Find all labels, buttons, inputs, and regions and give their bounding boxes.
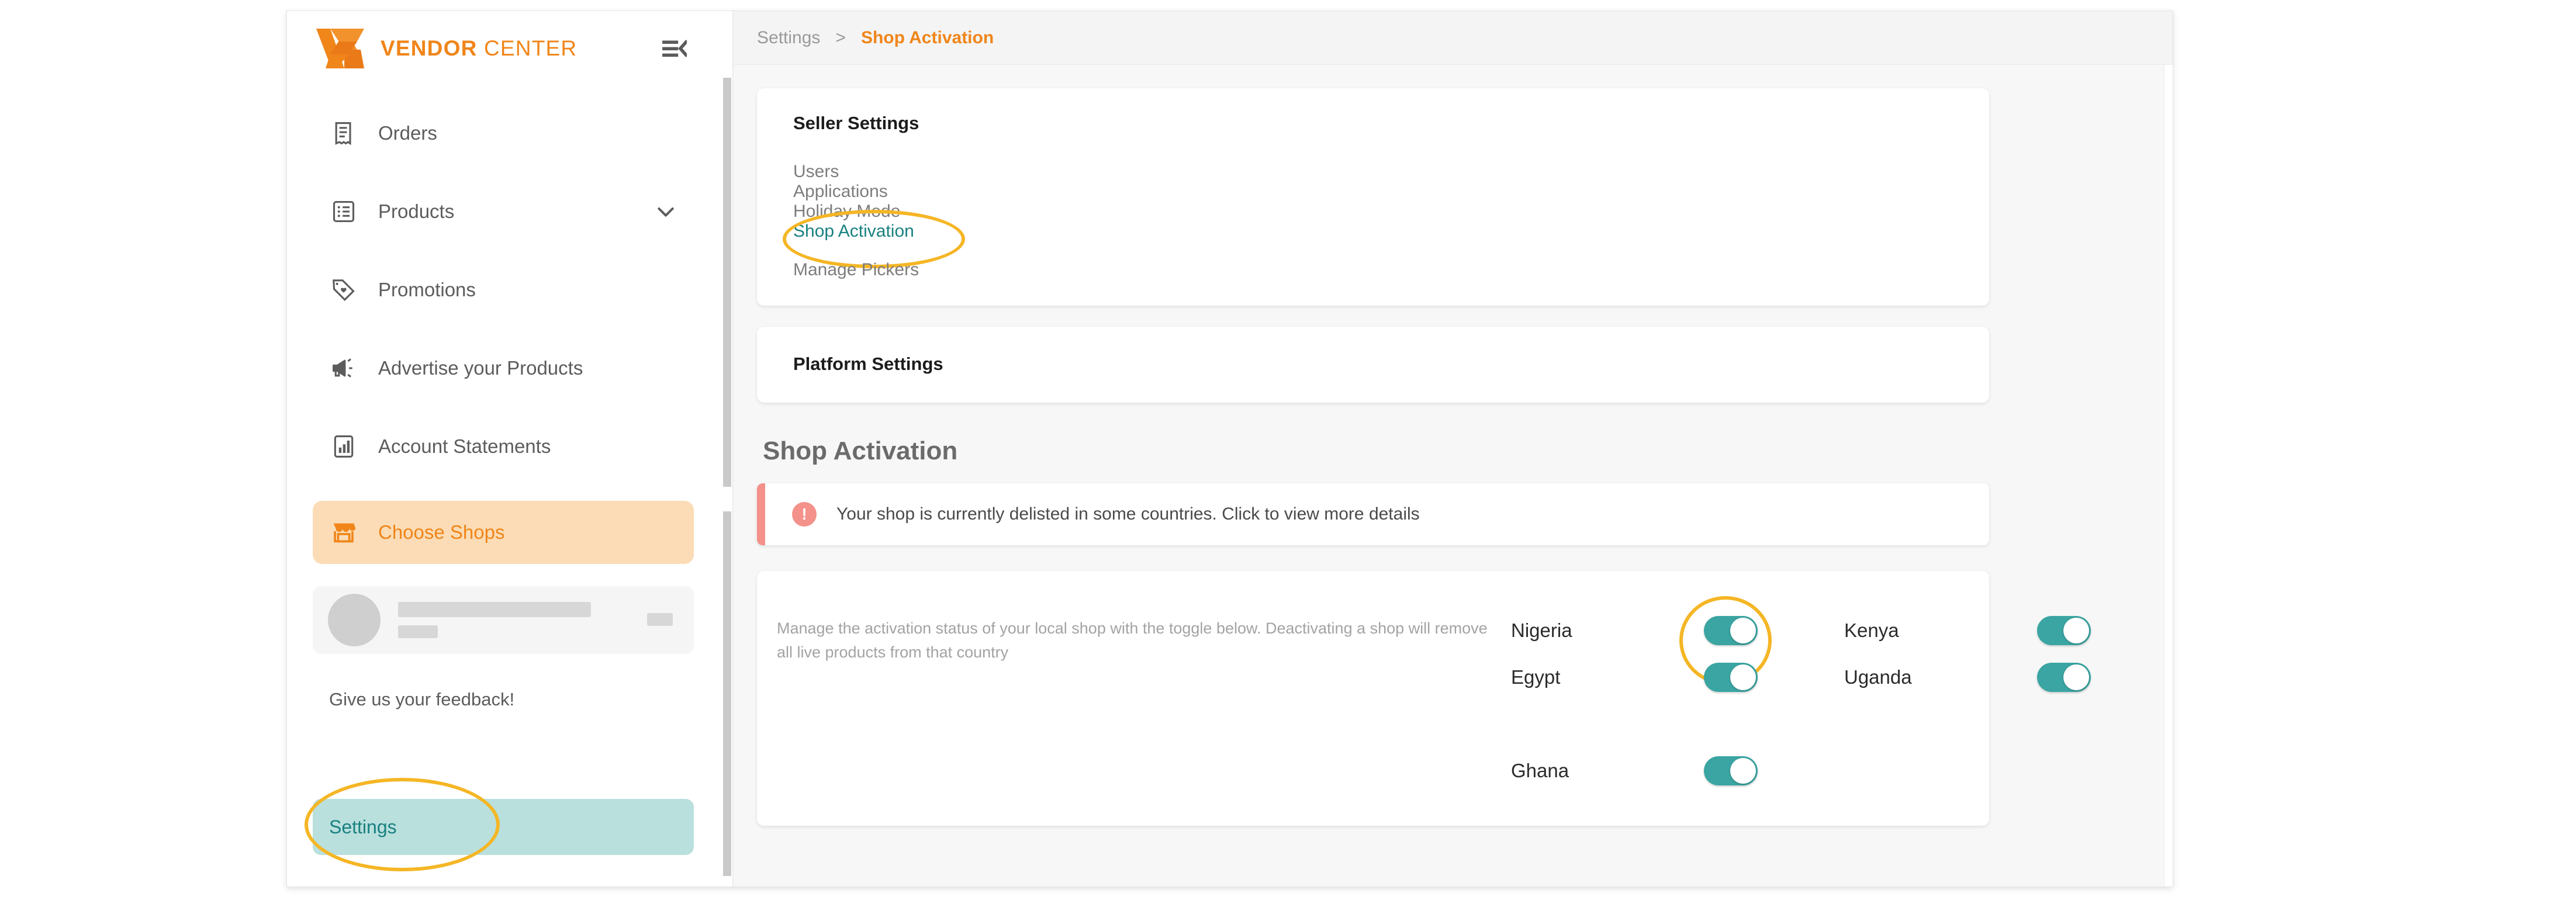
sidebar-scrollbar-thumb[interactable] (723, 78, 731, 487)
sidebar-item-promotions[interactable]: Promotions (313, 266, 694, 314)
toggle-cell-uganda (2037, 663, 2173, 692)
toggle-knob (2063, 664, 2089, 690)
exclamation-circle-icon: ! (792, 502, 817, 527)
toggle-knob (1730, 618, 1756, 643)
sidebar-item-label: Advertise your Products (378, 357, 583, 379)
toggle-ghana[interactable] (1704, 756, 1758, 785)
menu-collapse-icon[interactable] (658, 34, 691, 63)
breadcrumb-parent[interactable]: Settings (757, 28, 820, 48)
seller-settings-card: Seller Settings Users Applications Holid… (757, 88, 1989, 306)
sidebar-item-label: Products (378, 200, 455, 222)
toggle-cell-kenya (2037, 616, 2173, 645)
brand-title-bold: VENDOR (381, 36, 478, 60)
sidebar-item-advertise-your-products[interactable]: Advertise your Products (313, 344, 694, 392)
megaphone-icon (329, 354, 358, 383)
sidebar-scrollbar[interactable] (720, 11, 733, 887)
settings-link-manage-pickers[interactable]: Manage Pickers (793, 260, 919, 280)
sidebar-item-account-statements[interactable]: Account Statements (313, 423, 694, 470)
country-label-nigeria: Nigeria (1511, 619, 1572, 641)
toggle-knob (2063, 618, 2089, 643)
page-title: Shop Activation (763, 437, 958, 465)
toggle-knob (1730, 664, 1756, 690)
vendor-center-window: VENDOR CENTER Orders Products Promotions… (286, 11, 2173, 887)
sidebar-item-label: Account Statements (378, 435, 551, 457)
seller-settings-links: Users Applications Holiday Mode Shop Act… (757, 134, 1989, 306)
country-label-uganda: Uganda (1844, 666, 1912, 688)
country-label-ghana: Ghana (1511, 760, 1569, 781)
sidebar-item-label: Choose Shops (378, 521, 505, 543)
sidebar-item-label: Promotions (378, 279, 476, 300)
settings-link-applications[interactable]: Applications (793, 182, 888, 202)
platform-settings-card[interactable]: Platform Settings (757, 327, 1989, 403)
user-profile-redacted-badge (647, 613, 673, 626)
user-profile-redacted-text (398, 602, 591, 638)
sidebar-item-choose-shops[interactable]: Choose Shops (313, 501, 694, 564)
sidebar-item-products[interactable]: Products (313, 188, 694, 236)
toggle-cell-nigeria (1679, 596, 1844, 685)
receipt-icon (329, 119, 358, 148)
activation-description: Manage the activation status of your loc… (777, 619, 1488, 662)
sidebar-item-orders[interactable]: Orders (313, 109, 694, 157)
vc-logo-icon (316, 29, 364, 68)
sidebar-item-label: Orders (378, 122, 437, 144)
bar-chart-icon (329, 432, 358, 461)
country-label-egypt: Egypt (1511, 666, 1561, 688)
country-label-kenya: Kenya (1844, 619, 1899, 641)
main-scrollbar[interactable] (2164, 65, 2173, 887)
country-toggle-grid: Nigeria Kenya Egypt Uganda Ghana (1511, 596, 2173, 794)
brand-header: VENDOR CENTER (287, 11, 720, 86)
toggle-egypt[interactable] (1704, 663, 1758, 692)
toggle-knob (1730, 758, 1756, 784)
breadcrumb-separator: > (835, 27, 846, 47)
avatar-icon (328, 594, 381, 646)
settings-link-users[interactable]: Users (793, 162, 839, 182)
seller-settings-title: Seller Settings (793, 113, 919, 133)
platform-settings-title: Platform Settings (793, 354, 943, 374)
brand-title: VENDOR CENTER (381, 36, 577, 61)
toggle-cell-egypt (1704, 663, 1844, 692)
sidebar: VENDOR CENTER Orders Products Promotions… (287, 11, 720, 887)
shop-activation-card: Manage the activation status of your loc… (757, 571, 2091, 826)
sidebar-item-settings[interactable]: Settings (305, 778, 694, 871)
breadcrumb: Settings > Shop Activation (734, 11, 2173, 65)
breadcrumb-current: Shop Activation (860, 27, 994, 47)
sidebar-nav: Orders Products Promotions Advertise you… (287, 86, 720, 887)
give-feedback-link[interactable]: Give us your feedback! (313, 654, 694, 710)
toggle-kenya[interactable] (2037, 616, 2091, 645)
user-profile-card[interactable] (313, 586, 694, 654)
sidebar-item-label: Settings (329, 816, 397, 837)
toggle-nigeria[interactable] (1704, 616, 1758, 645)
main-scroll-area: Seller Settings Users Applications Holid… (734, 65, 2173, 887)
list-icon (329, 197, 358, 226)
delisted-alert-text: Your shop is currently delisted in some … (836, 504, 1420, 524)
storefront-icon (329, 518, 358, 547)
toggle-cell-ghana (1704, 756, 1844, 785)
toggle-uganda[interactable] (2037, 663, 2091, 692)
settings-link-holiday-mode[interactable]: Holiday Mode (793, 202, 900, 221)
sidebar-scrollbar-thumb-lower[interactable] (723, 511, 731, 876)
chevron-down-icon[interactable] (654, 200, 677, 223)
delisted-alert-banner[interactable]: ! Your shop is currently delisted in som… (757, 483, 1989, 545)
main-content: Settings > Shop Activation Seller Settin… (733, 11, 2173, 887)
settings-link-shop-activation[interactable]: Shop Activation (793, 221, 914, 241)
tag-heart-icon (329, 275, 358, 304)
brand-title-light: CENTER (483, 36, 578, 60)
